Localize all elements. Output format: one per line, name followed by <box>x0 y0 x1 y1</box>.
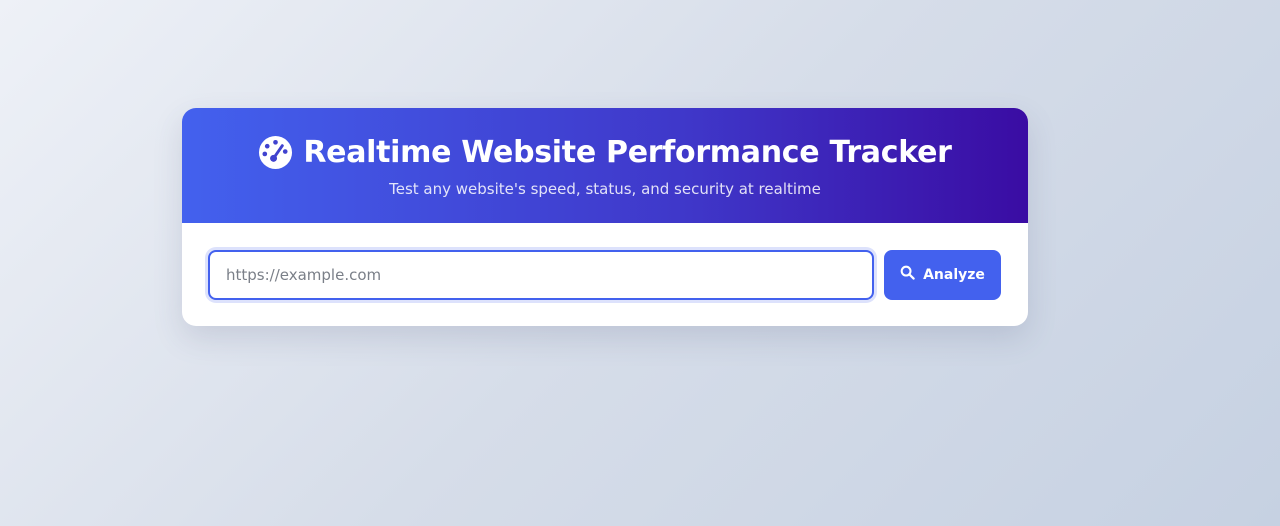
url-form: Analyze <box>182 223 1028 326</box>
url-input[interactable] <box>208 249 874 300</box>
title-row: Realtime Website Performance Tracker <box>258 135 952 170</box>
search-icon <box>900 265 915 284</box>
gauge-icon <box>258 135 293 170</box>
analyze-button-label: Analyze <box>923 266 985 283</box>
tracker-card: Realtime Website Performance Tracker Tes… <box>182 108 1028 326</box>
card-header: Realtime Website Performance Tracker Tes… <box>182 108 1028 223</box>
analyze-button[interactable]: Analyze <box>884 249 1001 300</box>
page-title: Realtime Website Performance Tracker <box>303 135 952 170</box>
page-subtitle: Test any website's speed, status, and se… <box>389 180 821 198</box>
